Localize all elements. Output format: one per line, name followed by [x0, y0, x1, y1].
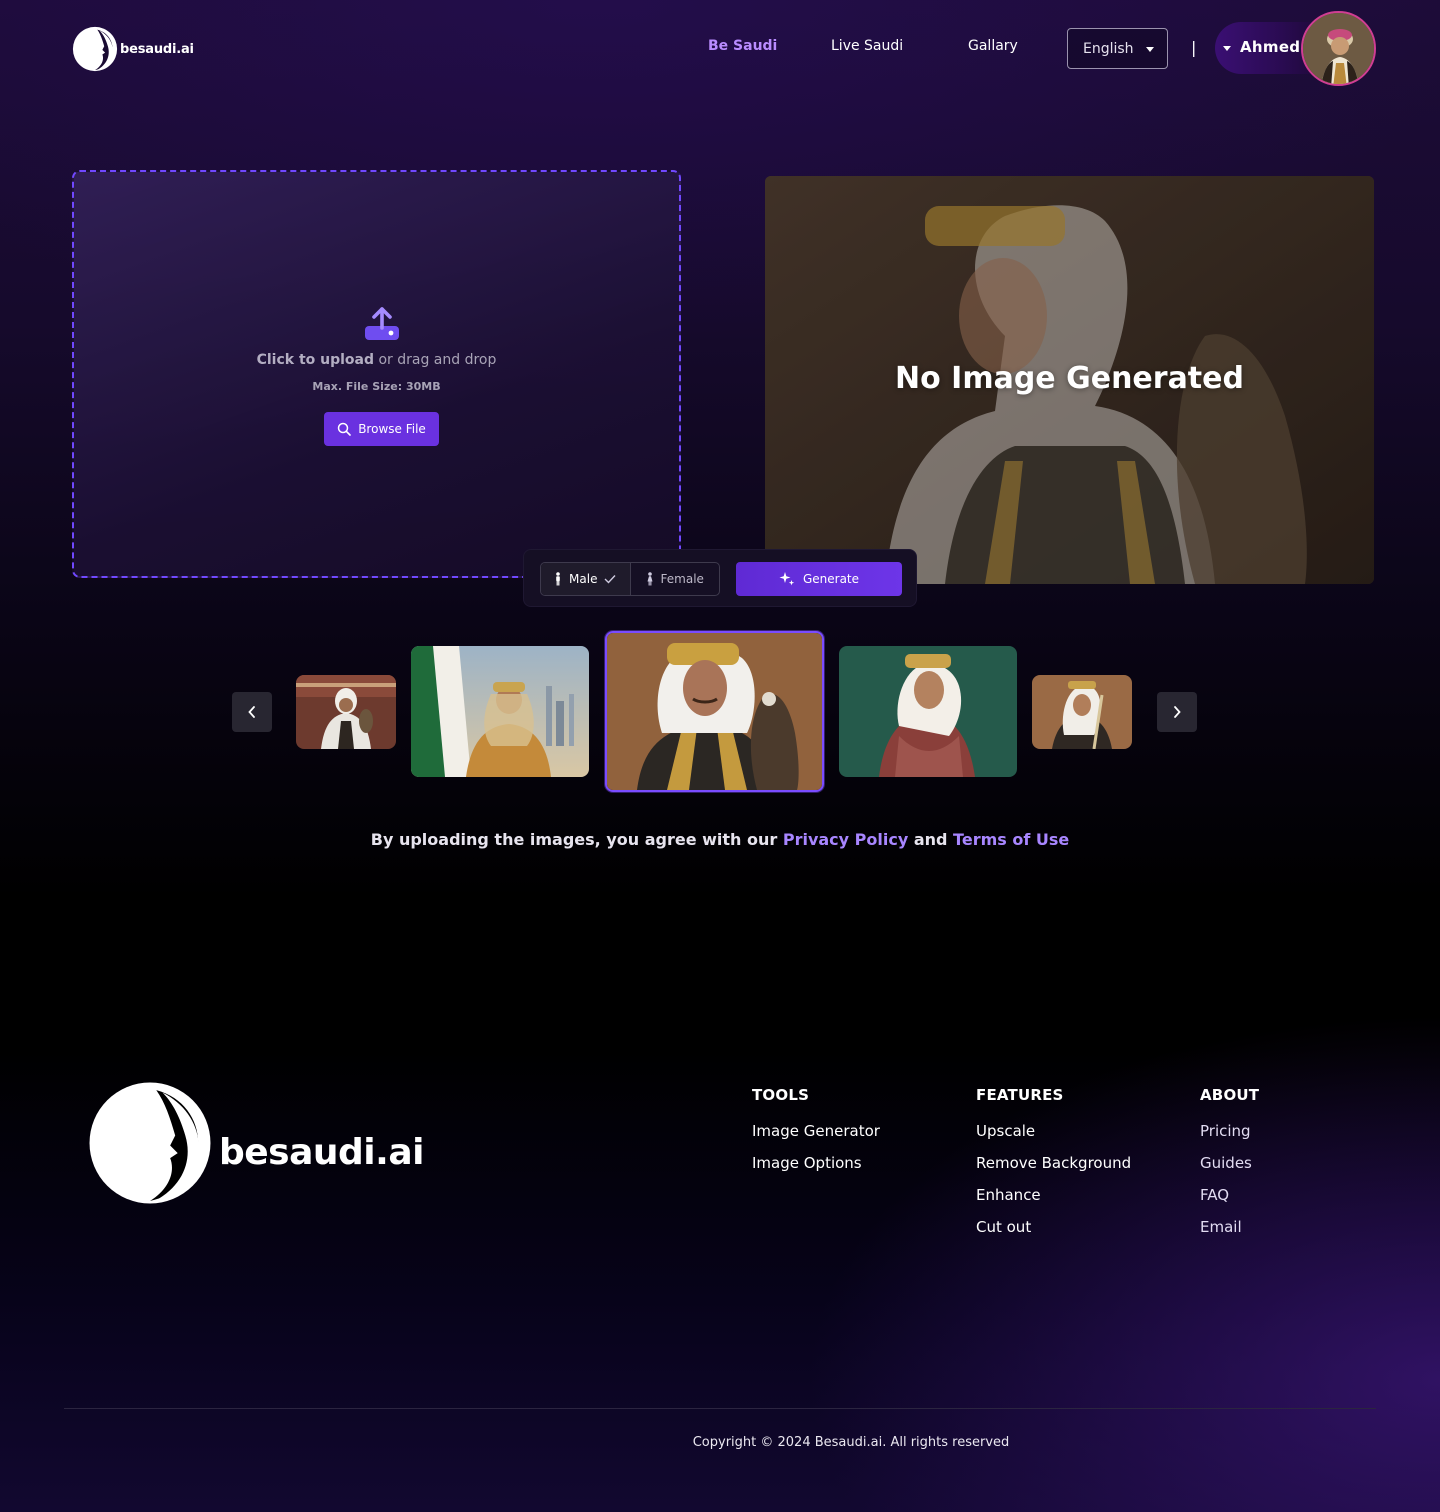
- footer-heading-features: FEATURES: [976, 1086, 1064, 1104]
- avatar-image: [1303, 13, 1374, 84]
- footer-link-image-generator[interactable]: Image Generator: [752, 1122, 880, 1141]
- chevron-down-icon: [1146, 47, 1154, 52]
- footer-link-guides[interactable]: Guides: [1200, 1154, 1259, 1173]
- max-file-size: Max. File Size: 30MB: [312, 380, 441, 393]
- gender-selector: Male Female: [540, 562, 720, 596]
- preview-status: No Image Generated: [895, 361, 1244, 396]
- carousel-thumb[interactable]: [296, 675, 396, 749]
- footer-link-remove-background[interactable]: Remove Background: [976, 1154, 1131, 1173]
- terms-of-use-link[interactable]: Terms of Use: [953, 830, 1069, 849]
- footer-link-cut-out[interactable]: Cut out: [976, 1218, 1131, 1237]
- carousel-thumb-active[interactable]: [605, 631, 824, 792]
- carousel-next-button[interactable]: [1157, 692, 1197, 732]
- footer-link-email[interactable]: Email: [1200, 1218, 1259, 1237]
- footer-link-pricing[interactable]: Pricing: [1200, 1122, 1259, 1141]
- nav-be-saudi[interactable]: Be Saudi: [708, 38, 777, 54]
- footer-link-faq[interactable]: FAQ: [1200, 1186, 1259, 1205]
- sparkle-icon: [779, 572, 795, 586]
- footer-link-enhance[interactable]: Enhance: [976, 1186, 1131, 1205]
- thumb-falcon-portrait: [607, 633, 822, 790]
- thumb-falconer-market: [296, 675, 396, 749]
- thumb-red-shemagh: [839, 646, 1017, 777]
- preview-panel: No Image Generated: [765, 176, 1374, 584]
- footer-column-about: ABOUT Pricing Guides FAQ Email: [1200, 1086, 1259, 1250]
- click-to-upload-link[interactable]: Click to upload: [257, 352, 374, 368]
- footer-column-features: FEATURES Upscale Remove Background Enhan…: [976, 1086, 1131, 1250]
- avatar[interactable]: [1301, 11, 1376, 86]
- footer-column-tools: TOOLS Image Generator Image Options: [752, 1086, 880, 1186]
- generate-label: Generate: [802, 572, 860, 586]
- female-icon: [647, 572, 653, 586]
- footer-link-upscale[interactable]: Upscale: [976, 1122, 1131, 1141]
- generation-controls: Male Female Generate: [523, 549, 917, 607]
- user-name: Ahmed: [1240, 38, 1301, 56]
- chevron-right-icon: [1174, 706, 1181, 718]
- carousel-prev-button[interactable]: [232, 692, 272, 732]
- male-icon: [556, 572, 560, 586]
- footer-heading-about: ABOUT: [1200, 1086, 1260, 1104]
- chevron-down-icon: [1223, 46, 1231, 51]
- chevron-left-icon: [248, 706, 255, 718]
- language-value: English: [1083, 40, 1134, 57]
- drag-drop-text: or drag and drop: [374, 352, 497, 368]
- logo-face-icon: [72, 26, 118, 72]
- privacy-policy-link[interactable]: Privacy Policy: [783, 830, 908, 849]
- carousel-thumb[interactable]: [1032, 675, 1132, 749]
- footer-heading-tools: TOOLS: [752, 1086, 810, 1104]
- brand-name: besaudi.ai: [120, 41, 194, 57]
- consent-text: By uploading the images, you agree with …: [0, 830, 1440, 849]
- nav-live-saudi[interactable]: Live Saudi: [831, 38, 903, 54]
- brand-logo[interactable]: besaudi.ai: [72, 26, 194, 72]
- carousel-thumb[interactable]: [839, 646, 1017, 777]
- header-divider: |: [1191, 38, 1197, 57]
- generate-button[interactable]: Generate: [736, 562, 902, 596]
- footer-link-image-options[interactable]: Image Options: [752, 1154, 880, 1173]
- browse-file-button[interactable]: Browse File: [324, 412, 439, 446]
- consent-middle: and: [908, 830, 954, 849]
- footer-logo[interactable]: besaudi.ai: [87, 1080, 424, 1206]
- consent-prefix: By uploading the images, you agree with …: [370, 830, 783, 849]
- gender-male-option[interactable]: Male: [541, 563, 631, 595]
- upload-instruction: Click to upload or drag and drop: [74, 352, 679, 368]
- thumb-sword-portrait: [1032, 675, 1132, 749]
- footer-brand-name: besaudi.ai: [219, 1131, 424, 1173]
- language-select[interactable]: English: [1067, 28, 1168, 69]
- upload-icon: [365, 307, 399, 340]
- browse-file-label: Browse File: [358, 422, 426, 436]
- thumb-saluting-flag: [411, 646, 589, 777]
- check-icon: [604, 575, 616, 584]
- nav-gallary[interactable]: Gallary: [968, 38, 1018, 54]
- carousel-thumb[interactable]: [411, 646, 589, 777]
- gender-female-label: Female: [660, 572, 704, 586]
- gender-male-label: Male: [569, 572, 598, 586]
- logo-face-icon: [89, 1082, 211, 1204]
- gender-female-option[interactable]: Female: [631, 563, 720, 595]
- footer-divider: [64, 1408, 1376, 1409]
- copyright: Copyright © 2024 Besaudi.ai. All rights …: [692, 1435, 1010, 1450]
- search-icon: [337, 422, 352, 436]
- header: besaudi.ai Be Saudi Live Saudi Gallary E…: [0, 0, 1440, 100]
- upload-dropzone[interactable]: Click to upload or drag and drop Max. Fi…: [72, 170, 681, 578]
